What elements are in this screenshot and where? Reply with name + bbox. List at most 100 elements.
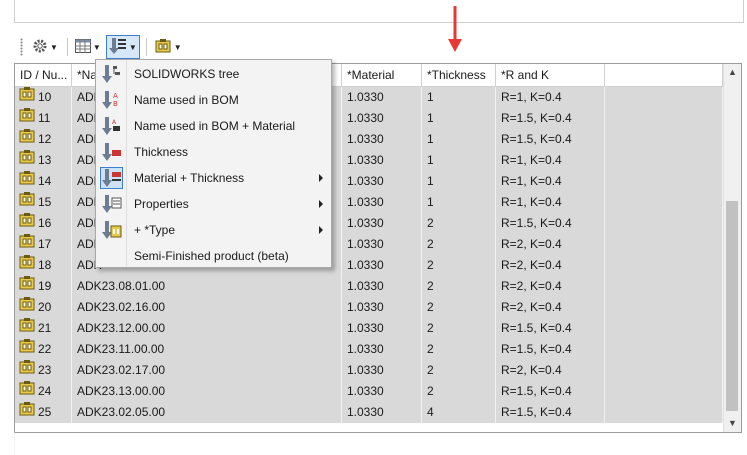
properties-sort-icon <box>96 191 126 217</box>
cell-rk: R=1.5, K=0.4 <box>496 402 605 423</box>
scroll-up-arrow-icon[interactable]: ▲ <box>724 64 741 81</box>
row-id: 16 <box>38 216 52 230</box>
table-view-button[interactable]: ▼ <box>72 35 104 59</box>
sheet-metal-part-icon <box>18 150 38 171</box>
column-header-rk[interactable]: *R and K <box>496 64 605 86</box>
cell-material: 1.0330 <box>342 192 422 213</box>
column-header-material[interactable]: *Material <box>342 64 422 86</box>
menu-item-label: + *Type <box>134 223 176 237</box>
cell-material: 1.0330 <box>342 150 422 171</box>
toolbar-separator <box>66 38 68 56</box>
cell-extra <box>605 213 723 234</box>
cell-id: 20 <box>15 297 72 318</box>
cell-id: 23 <box>15 360 72 381</box>
column-header-id[interactable]: ID / Nu... <box>15 64 72 86</box>
row-id: 22 <box>38 342 52 356</box>
cell-id: 13 <box>15 150 72 171</box>
menu-item-label: Name used in BOM + Material <box>134 119 296 133</box>
cell-material: 1.0330 <box>342 360 422 381</box>
sort-mode-button[interactable]: ▼ <box>105 35 140 59</box>
toolbar-grip[interactable] <box>20 38 23 56</box>
cell-rk: R=1.5, K=0.4 <box>496 339 605 360</box>
sheet-metal-part-icon <box>18 339 38 360</box>
column-header-thickness[interactable]: *Thickness <box>422 64 496 86</box>
vertical-scrollbar[interactable]: ▲ ▼ <box>723 64 741 432</box>
sheet-metal-part-icon <box>18 318 38 339</box>
cell-thickness: 2 <box>422 276 496 297</box>
name-sort-icon: AB <box>96 87 126 113</box>
menu-item-semi-finished-product-beta[interactable]: Semi-Finished product (beta) <box>96 243 331 269</box>
cell-extra <box>605 129 723 150</box>
cell-extra <box>605 192 723 213</box>
cell-material: 1.0330 <box>342 108 422 129</box>
cell-rk: R=1.5, K=0.4 <box>496 381 605 402</box>
row-id: 19 <box>38 279 52 293</box>
sheet-metal-part-icon <box>18 360 38 381</box>
cell-id: 22 <box>15 339 72 360</box>
tree-sort-icon <box>96 61 126 87</box>
cell-extra <box>605 276 723 297</box>
sheet-metal-part-icon <box>18 297 38 318</box>
chevron-down-icon: ▼ <box>173 42 182 52</box>
menu-item-type[interactable]: + *Type <box>96 217 331 243</box>
table-row[interactable]: 21 ADK23.12.00.00 1.0330 2 R=1.5, K=0.4 <box>15 318 723 339</box>
table-row[interactable]: 22 ADK23.11.00.00 1.0330 2 R=1.5, K=0.4 <box>15 339 723 360</box>
cell-material: 1.0330 <box>342 276 422 297</box>
menu-item-thickness[interactable]: Thickness <box>96 139 331 165</box>
column-header-extra[interactable] <box>605 64 723 86</box>
cell-id: 18 <box>15 255 72 276</box>
cell-thickness: 1 <box>422 171 496 192</box>
cell-rk: R=2, K=0.4 <box>496 234 605 255</box>
svg-text:A: A <box>112 119 117 126</box>
cell-thickness: 2 <box>422 297 496 318</box>
sheet-metal-part-icon <box>18 192 38 213</box>
menu-item-label: Thickness <box>134 145 189 159</box>
part-options-button[interactable]: ▼ <box>151 35 185 59</box>
cell-thickness: 1 <box>422 108 496 129</box>
sheet-metal-part-icon <box>18 171 38 192</box>
cell-name: ADK23.02.05.00 <box>72 402 342 423</box>
menu-item-name-used-in-bom-material[interactable]: A Name used in BOM + Material <box>96 113 331 139</box>
sort-mode-menu: SOLIDWORKS tree A B Name used in BOM A Name u… <box>95 59 332 268</box>
table-row[interactable]: 24 ADK23.13.00.00 1.0330 2 R=1.5, K=0.4 <box>15 381 723 402</box>
bottom-panel-strip <box>14 432 747 455</box>
cell-thickness: 1 <box>422 87 496 108</box>
cell-material: 1.0330 <box>342 171 422 192</box>
cell-id: 10 <box>15 87 72 108</box>
cell-name: ADK23.12.00.00 <box>72 318 342 339</box>
sheet-metal-part-icon <box>18 402 38 423</box>
sheet-metal-part-icon <box>18 381 38 402</box>
sheet-metal-part-icon <box>18 234 38 255</box>
cell-extra <box>605 381 723 402</box>
menu-item-name-used-in-bom[interactable]: A B Name used in BOM <box>96 87 331 113</box>
cell-id: 25 <box>15 402 72 423</box>
toolbar: ▼ ▼ ▼ ▼ <box>14 34 742 60</box>
menu-item-solidworks-tree[interactable]: SOLIDWORKS tree <box>96 61 331 87</box>
menu-item-label: Name used in BOM <box>134 93 239 107</box>
scrollbar-thumb[interactable] <box>726 201 738 411</box>
sheet-metal-part-icon <box>18 213 38 234</box>
menu-item-properties[interactable]: Properties <box>96 191 331 217</box>
cell-material: 1.0330 <box>342 318 422 339</box>
cell-rk: R=2, K=0.4 <box>496 255 605 276</box>
settings-button[interactable]: ▼ <box>29 35 61 59</box>
table-row[interactable]: 20 ADK23.02.16.00 1.0330 2 R=2, K=0.4 <box>15 297 723 318</box>
cell-extra <box>605 339 723 360</box>
scroll-down-arrow-icon[interactable]: ▼ <box>724 415 741 432</box>
menu-item-material-thickness[interactable]: Material + Thickness <box>96 165 331 191</box>
table-row[interactable]: 25 ADK23.02.05.00 1.0330 4 R=1.5, K=0.4 <box>15 402 723 423</box>
cell-extra <box>605 234 723 255</box>
menu-item-label: Semi-Finished product (beta) <box>134 249 289 263</box>
row-id: 23 <box>38 363 52 377</box>
cell-rk: R=1.5, K=0.4 <box>496 213 605 234</box>
row-id: 13 <box>38 153 52 167</box>
table-row[interactable]: 19 ADK23.08.01.00 1.0330 2 R=2, K=0.4 <box>15 276 723 297</box>
cell-id: 16 <box>15 213 72 234</box>
submenu-arrow-icon <box>319 200 323 208</box>
row-id: 14 <box>38 174 52 188</box>
menu-item-label: Properties <box>134 197 189 211</box>
cell-thickness: 2 <box>422 381 496 402</box>
cell-material: 1.0330 <box>342 234 422 255</box>
menu-icon-placeholder <box>96 243 126 269</box>
table-row[interactable]: 23 ADK23.02.17.00 1.0330 2 R=2, K=0.4 <box>15 360 723 381</box>
